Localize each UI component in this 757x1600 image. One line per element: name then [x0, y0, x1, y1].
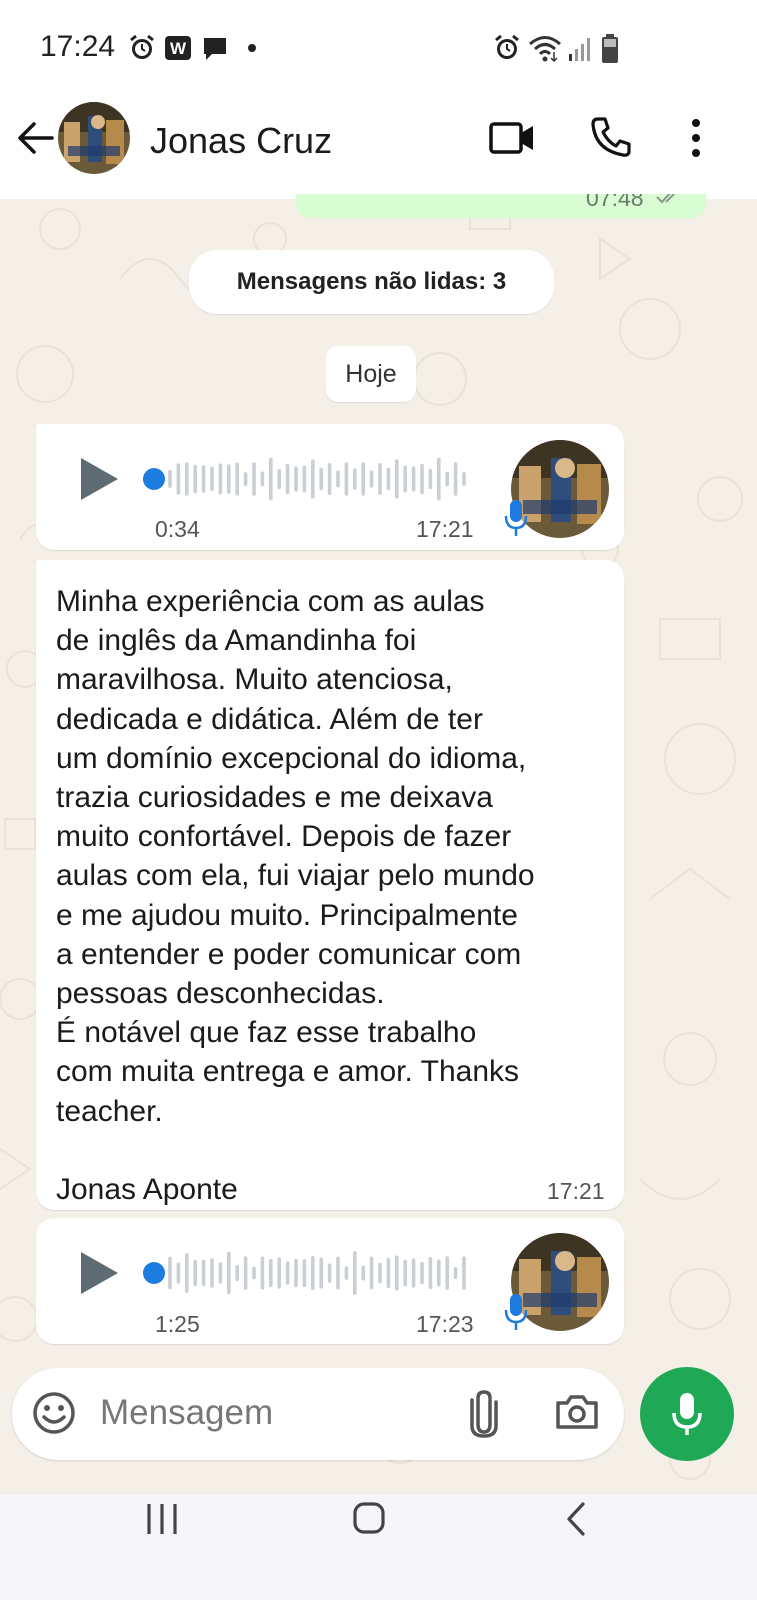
- date-chip: Hoje: [326, 346, 416, 402]
- wifi-icon: [529, 36, 561, 62]
- alarm-icon: [130, 34, 154, 59]
- battery-icon: [602, 34, 618, 63]
- audio-waveform[interactable]: [142, 450, 472, 508]
- voice-duration: 0:34: [155, 516, 200, 542]
- phone-icon[interactable]: [590, 116, 632, 158]
- message-time: 17:23: [416, 1311, 474, 1337]
- signal-icon: [569, 38, 590, 61]
- message-input[interactable]: Mensagem: [100, 1393, 273, 1433]
- dot-icon: [248, 44, 256, 52]
- attach-icon[interactable]: [468, 1388, 500, 1438]
- contact-name[interactable]: Jonas Cruz: [150, 120, 332, 162]
- message-time: 17:21: [416, 516, 474, 542]
- unread-messages-banner: Mensagens não lidas: 3: [189, 250, 554, 314]
- message-time: 17:21: [547, 1178, 605, 1204]
- contact-avatar[interactable]: [58, 102, 130, 174]
- back-arrow-icon[interactable]: [16, 120, 54, 156]
- status-time: 17:24: [40, 30, 116, 63]
- mic-icon: [504, 500, 528, 536]
- mic-icon: [672, 1393, 702, 1435]
- play-icon[interactable]: [78, 456, 120, 502]
- alarm-icon: [495, 34, 519, 59]
- status-bar: 17:24 W: [0, 0, 757, 95]
- chat-bubble-icon: [204, 38, 226, 60]
- message-text: Minha experiência com as aulas de inglês…: [56, 585, 535, 1207]
- home-icon[interactable]: [352, 1501, 386, 1535]
- mic-icon: [504, 1294, 528, 1330]
- w-app-icon: W: [165, 36, 191, 60]
- more-vert-icon[interactable]: [689, 118, 703, 158]
- unread-messages-label: Mensagens não lidas: 3: [236, 268, 507, 295]
- voice-duration: 1:25: [155, 1311, 200, 1337]
- play-icon[interactable]: [78, 1250, 120, 1296]
- record-voice-button[interactable]: [640, 1367, 734, 1461]
- outgoing-message-bubble[interactable]: 07:48: [296, 194, 706, 218]
- nav-back-icon[interactable]: [566, 1502, 586, 1536]
- video-call-icon[interactable]: [489, 120, 535, 156]
- recent-apps-icon[interactable]: [146, 1502, 178, 1536]
- date-chip-label: Hoje: [345, 360, 397, 388]
- message-time: 07:48: [586, 194, 644, 211]
- camera-icon[interactable]: [554, 1393, 600, 1431]
- audio-waveform[interactable]: [142, 1244, 472, 1302]
- emoji-icon[interactable]: [32, 1391, 76, 1435]
- svg-text:W: W: [170, 39, 187, 58]
- read-receipt-icon: [656, 194, 676, 204]
